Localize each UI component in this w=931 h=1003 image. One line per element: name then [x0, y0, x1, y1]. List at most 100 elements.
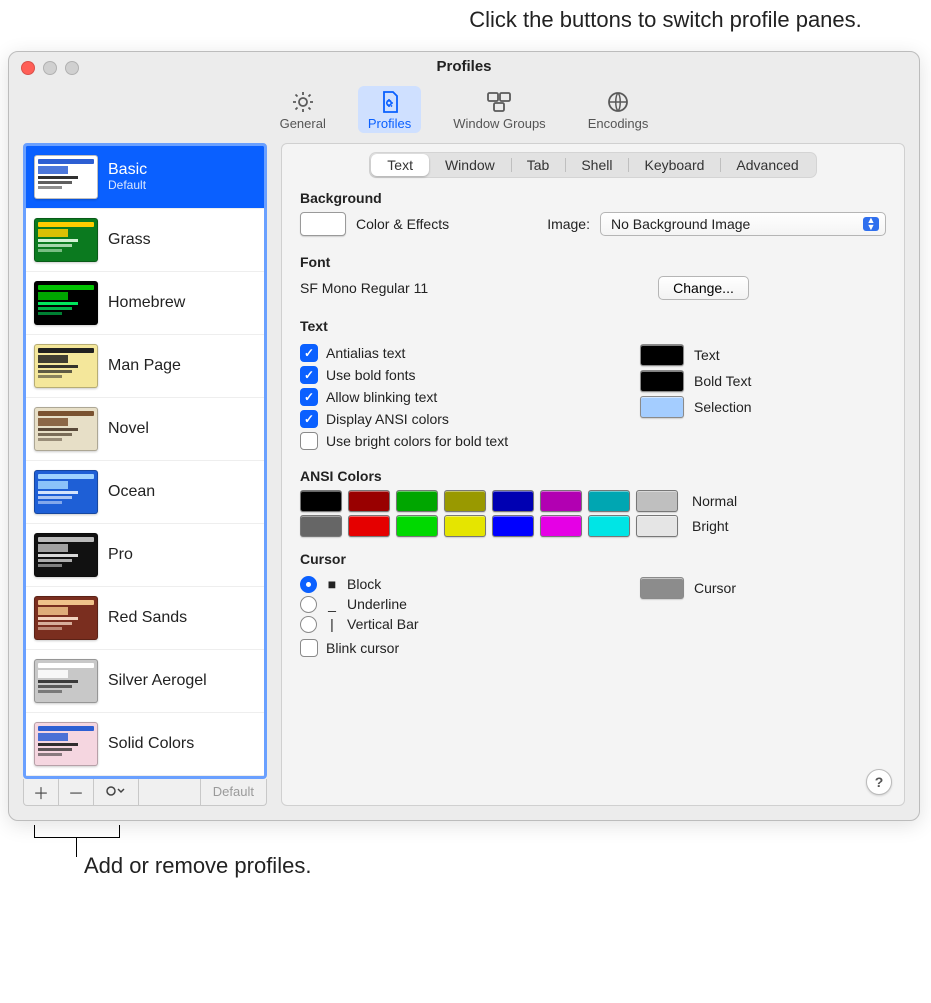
- checkbox-label: Antialias text: [326, 345, 405, 361]
- background-image-value: No Background Image: [611, 216, 750, 232]
- ansi-normal-2[interactable]: [396, 490, 438, 512]
- cursor-color-label: Cursor: [694, 580, 736, 596]
- remove-profile-button[interactable]: －: [59, 779, 94, 805]
- ansi-bright-7[interactable]: [636, 515, 678, 537]
- callout-top-text: Click the buttons to switch profile pane…: [469, 7, 862, 32]
- cursor-option-block[interactable]: ■Block: [300, 576, 580, 593]
- toolbar-encodings[interactable]: Encodings: [578, 86, 659, 133]
- radio[interactable]: [300, 576, 317, 593]
- callout-bottom-text: Add or remove profiles.: [84, 853, 311, 879]
- tab-keyboard[interactable]: Keyboard: [628, 154, 720, 176]
- ansi-bright-0[interactable]: [300, 515, 342, 537]
- profile-thumbnail: [34, 533, 98, 577]
- profile-item-ocean[interactable]: Ocean: [26, 461, 264, 524]
- set-default-button[interactable]: Default: [201, 779, 266, 805]
- ansi-normal-3[interactable]: [444, 490, 486, 512]
- radio-label: Underline: [347, 596, 407, 612]
- ansi-normal-4[interactable]: [492, 490, 534, 512]
- toolbar-window-groups-label: Window Groups: [453, 116, 545, 131]
- toolbar-general[interactable]: General: [270, 86, 336, 133]
- ansi-normal-5[interactable]: [540, 490, 582, 512]
- ansi-normal-6[interactable]: [588, 490, 630, 512]
- color-well-bold-text[interactable]: [640, 370, 684, 392]
- ansi-bright-1[interactable]: [348, 515, 390, 537]
- tab-window[interactable]: Window: [429, 154, 511, 176]
- help-button[interactable]: ?: [866, 769, 892, 795]
- profile-item-red-sands[interactable]: Red Sands: [26, 587, 264, 650]
- ansi-normal-7[interactable]: [636, 490, 678, 512]
- gear-icon: [289, 90, 317, 114]
- profile-name: Basic: [108, 161, 147, 179]
- ansi-bright-3[interactable]: [444, 515, 486, 537]
- profile-name: Ocean: [108, 483, 155, 501]
- tab-text[interactable]: Text: [371, 154, 429, 176]
- text-color-swatches: TextBold TextSelection: [640, 340, 886, 454]
- background-image-select[interactable]: No Background Image ▲▼: [600, 212, 886, 236]
- preferences-window: Profiles General Profiles Window Groups …: [8, 51, 920, 821]
- ansi-normal-row: Normal: [300, 490, 886, 512]
- text-option-1[interactable]: Use bold fonts: [300, 366, 580, 384]
- text-option-0[interactable]: Antialias text: [300, 344, 580, 362]
- ansi-bright-6[interactable]: [588, 515, 630, 537]
- ansi-bright-4[interactable]: [492, 515, 534, 537]
- profile-item-basic[interactable]: BasicDefault: [26, 146, 264, 209]
- ansi-bright-5[interactable]: [540, 515, 582, 537]
- tab-shell[interactable]: Shell: [565, 154, 628, 176]
- profile-item-novel[interactable]: Novel: [26, 398, 264, 461]
- titlebar: Profiles: [9, 52, 919, 82]
- profile-item-pro[interactable]: Pro: [26, 524, 264, 587]
- text-option-2[interactable]: Allow blinking text: [300, 388, 580, 406]
- text-option-3[interactable]: Display ANSI colors: [300, 410, 580, 428]
- cursor-glyph-icon: _: [325, 596, 339, 612]
- checkbox[interactable]: [300, 344, 318, 362]
- color-well-text[interactable]: [640, 344, 684, 366]
- profile-thumbnail: [34, 344, 98, 388]
- text-option-4[interactable]: Use bright colors for bold text: [300, 432, 580, 450]
- tab-advanced[interactable]: Advanced: [720, 154, 814, 176]
- profile-pane-tabs: TextWindowTabShellKeyboardAdvanced: [300, 152, 886, 178]
- profile-item-man-page[interactable]: Man Page: [26, 335, 264, 398]
- checkbox[interactable]: [300, 410, 318, 428]
- checkbox[interactable]: [300, 388, 318, 406]
- profile-item-homebrew[interactable]: Homebrew: [26, 272, 264, 335]
- profile-name: Novel: [108, 420, 149, 438]
- profile-thumbnail: [34, 155, 98, 199]
- profile-thumbnail: [34, 470, 98, 514]
- add-profile-button[interactable]: ＋: [24, 779, 59, 805]
- profile-list[interactable]: BasicDefaultGrassHomebrewMan Page Novel Oc…: [23, 143, 267, 779]
- profile-item-grass[interactable]: Grass: [26, 209, 264, 272]
- profile-actions-menu[interactable]: [94, 779, 139, 805]
- toolbar-profiles-label: Profiles: [368, 116, 411, 131]
- globe-icon: [604, 90, 632, 114]
- ansi-normal-1[interactable]: [348, 490, 390, 512]
- callout-bracket-bottom: [34, 825, 120, 838]
- color-well-selection[interactable]: [640, 396, 684, 418]
- cursor-option-vertical-bar[interactable]: |Vertical Bar: [300, 616, 580, 633]
- checkbox[interactable]: [300, 366, 318, 384]
- background-color-well[interactable]: [300, 212, 346, 236]
- checkbox[interactable]: [300, 639, 318, 657]
- cursor-option-underline[interactable]: _ Underline: [300, 596, 580, 613]
- ansi-row-label: Bright: [692, 518, 729, 534]
- checkbox[interactable]: [300, 432, 318, 450]
- ansi-normal-0[interactable]: [300, 490, 342, 512]
- toolbar-profiles[interactable]: Profiles: [358, 86, 421, 133]
- color-label: Bold Text: [694, 373, 751, 389]
- profile-thumbnail: [34, 407, 98, 451]
- background-heading: Background: [300, 190, 886, 206]
- radio[interactable]: [300, 616, 317, 633]
- checkbox-label: Display ANSI colors: [326, 411, 449, 427]
- radio[interactable]: [300, 596, 317, 613]
- toolbar-window-groups[interactable]: Window Groups: [443, 86, 555, 133]
- blink-cursor-option[interactable]: Blink cursor: [300, 639, 580, 657]
- profile-item-silver-aerogel[interactable]: Silver Aerogel: [26, 650, 264, 713]
- tab-tab[interactable]: Tab: [511, 154, 566, 176]
- profile-doc-icon: [376, 90, 404, 114]
- ansi-heading: ANSI Colors: [300, 468, 886, 484]
- profile-item-solid-colors[interactable]: Solid Colors: [26, 713, 264, 776]
- color-effects-label: Color & Effects: [356, 216, 449, 232]
- profile-detail-panel: TextWindowTabShellKeyboardAdvanced Backg…: [281, 143, 905, 806]
- cursor-color-well[interactable]: [640, 577, 684, 599]
- ansi-bright-2[interactable]: [396, 515, 438, 537]
- change-font-button[interactable]: Change...: [658, 276, 749, 300]
